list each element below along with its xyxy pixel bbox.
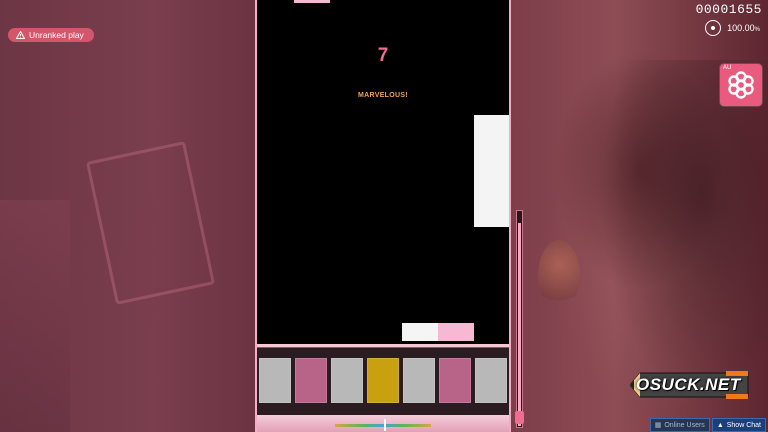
watermark-logo: OSUCK.NET	[630, 368, 750, 402]
note	[438, 323, 474, 341]
users-icon: ▦	[654, 422, 662, 429]
key-6	[439, 358, 471, 403]
background-frame	[85, 141, 216, 305]
accuracy-value: 100.00	[727, 23, 755, 33]
health-bar	[516, 210, 523, 428]
accuracy-unit: %	[754, 27, 760, 33]
health-fill	[518, 223, 521, 426]
key-7	[475, 358, 507, 403]
show-chat-label: Show Chat	[726, 421, 761, 429]
key-5	[403, 358, 435, 403]
unranked-play-label: Unranked play	[29, 30, 84, 40]
hit-error-marker	[384, 419, 386, 431]
key-2	[295, 358, 327, 403]
mania-playfield: 7 MARVELOUS!	[255, 0, 511, 432]
show-chat-button[interactable]: ▲ Show Chat	[711, 418, 766, 432]
health-marker	[515, 411, 524, 424]
background-earring	[538, 240, 580, 310]
note	[402, 323, 438, 341]
unranked-play-badge: Unranked play	[8, 28, 94, 42]
key-row	[259, 358, 507, 403]
online-users-label: Online Users	[664, 421, 705, 429]
flower-icon	[728, 71, 754, 99]
bottom-toolbar: ▦ Online Users ▲ Show Chat	[649, 418, 766, 432]
background-figure	[600, 60, 768, 400]
chevron-up-icon: ▲	[716, 421, 724, 429]
key-4	[367, 358, 399, 403]
hit-error-bar	[335, 424, 431, 427]
background-shelf	[0, 200, 70, 432]
hold-note	[474, 115, 509, 227]
note	[294, 0, 330, 3]
warning-icon	[16, 31, 25, 39]
key-3	[331, 358, 363, 403]
watermark-text: OSUCK.NET	[636, 375, 741, 394]
key-1	[259, 358, 291, 403]
autoplay-mod-icon: AU	[720, 64, 762, 106]
key-stage	[257, 347, 509, 415]
combo-counter: 7	[377, 45, 389, 66]
accuracy-progress-icon	[705, 20, 722, 36]
judgement-text: MARVELOUS!	[358, 92, 408, 99]
accuracy-display: 100.00%	[705, 20, 760, 36]
score-counter: 00001655	[695, 2, 762, 17]
online-users-button[interactable]: ▦ Online Users	[649, 418, 710, 432]
